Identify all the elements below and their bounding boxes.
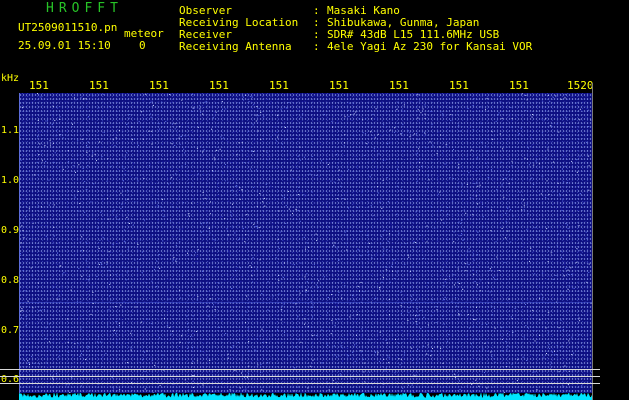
waterfall-noise [19,93,592,393]
app-title: HROFFT [46,1,123,16]
info-label-observer: Observer [179,4,232,17]
meteor-count: 0 [139,39,146,52]
info-value-antenna: 4ele Yagi Az 230 for Kansai VOR [327,40,533,53]
x-tick-label: 151 [389,79,409,92]
frequency-marker-line [0,369,600,370]
x-tick-label: 151 [449,79,469,92]
y-tick-label: 0.8 [1,275,20,286]
y-axis-unit: kHz [1,73,20,84]
frequency-marker-line [0,376,600,377]
hrofft-window: HROFFT UT2509011510.pn meteor 25.09.01 1… [0,0,629,400]
y-tick-label: 0.7 [1,325,20,336]
filename-label: UT2509011510.pn [18,21,118,34]
x-tick-label: 1520 [567,79,594,92]
plot-right-border [592,83,593,400]
x-tick-label: 151 [149,79,169,92]
info-label-location: Receiving Location [179,16,299,29]
y-tick-label: 1.1 [1,125,20,136]
info-colon: : [313,16,320,29]
x-tick-label: 151 [509,79,529,92]
info-value-receiver: SDR# 43dB L15 111.6MHz USB [327,28,500,41]
y-tick-label: 0.9 [1,225,20,236]
x-tick-label: 151 [329,79,349,92]
x-tick-label: 151 [269,79,289,92]
x-tick-label: 151 [89,79,109,92]
info-label-receiver: Receiver [179,28,232,41]
y-axis-line [19,93,20,393]
info-colon: : [313,4,320,17]
info-colon: : [313,28,320,41]
y-tick-label: 1.0 [1,175,20,186]
info-value-location: Shibukawa, Gunma, Japan [327,16,480,29]
info-value-observer: Masaki Kano [327,4,400,17]
x-tick-label: 151 [209,79,229,92]
meteor-label: meteor [124,27,164,40]
x-tick-label: 151 [29,79,49,92]
info-colon: : [313,40,320,53]
info-label-antenna: Receiving Antenna [179,40,292,53]
spectrum-trace [19,392,592,400]
datetime-label: 25.09.01 15:10 [18,39,111,52]
